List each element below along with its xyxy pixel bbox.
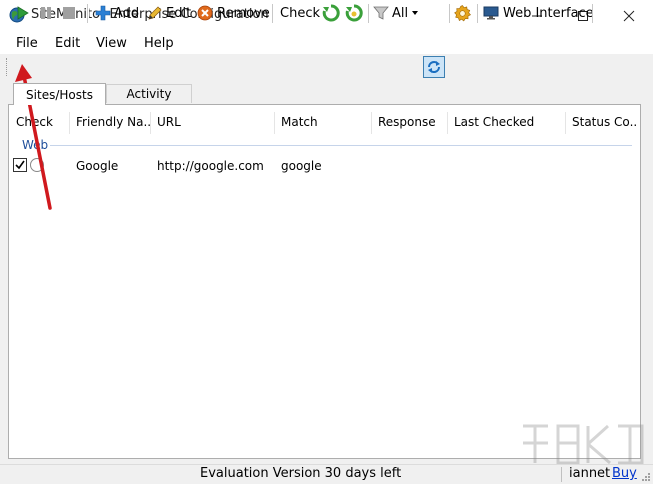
add-label: Add	[114, 5, 140, 21]
column-header-last-checked[interactable]: Last Checked	[448, 110, 565, 134]
sync-icon	[428, 61, 440, 73]
column-header-response[interactable]: Response	[372, 110, 447, 134]
remove-button[interactable]: Remove	[197, 4, 270, 22]
filter-funnel-icon	[373, 6, 389, 20]
toolbar	[0, 54, 653, 80]
settings-button[interactable]	[454, 4, 471, 22]
toolbar-separator	[272, 4, 274, 23]
filter-dropdown[interactable]: All	[373, 4, 419, 22]
column-header-friendly-name[interactable]: Friendly Na...	[70, 110, 150, 134]
toolbar-separator	[477, 4, 479, 23]
tab-sites-hosts[interactable]: Sites/Hosts	[13, 83, 106, 105]
remove-label: Remove	[217, 5, 270, 21]
gear-icon	[454, 4, 471, 21]
menu-edit[interactable]: Edit	[55, 36, 80, 51]
toolbar-grip	[6, 58, 9, 76]
status-user: iannet	[569, 466, 611, 481]
panel-margin	[641, 104, 653, 464]
play-icon	[17, 6, 29, 20]
annotation-arrow	[15, 64, 52, 210]
column-header-status-code[interactable]: Status Co...	[566, 110, 636, 134]
column-header-url[interactable]: URL	[151, 110, 274, 134]
edit-button[interactable]: Edit	[147, 4, 191, 22]
row-match[interactable]: google	[281, 159, 322, 173]
chevron-down-icon	[412, 11, 419, 15]
sites-list-panel	[8, 104, 641, 459]
check-button[interactable]: Check	[280, 4, 320, 22]
plus-icon	[95, 5, 111, 21]
stop-button[interactable]	[61, 4, 77, 22]
resize-grip-icon[interactable]	[640, 471, 651, 482]
column-header-match[interactable]: Match	[275, 110, 371, 134]
start-button[interactable]	[15, 4, 31, 22]
stop-icon	[63, 7, 75, 19]
pencil-icon	[148, 6, 162, 20]
refresh-button[interactable]	[322, 4, 340, 22]
buy-link[interactable]: Buy	[612, 466, 637, 481]
refresh-all-button[interactable]	[345, 4, 363, 22]
toolbar-separator	[449, 4, 451, 23]
status-divider	[561, 467, 562, 482]
add-button[interactable]: Add	[95, 4, 139, 22]
watermark-logo	[523, 424, 644, 465]
tab-activity[interactable]: Activity	[106, 84, 192, 103]
menu-help[interactable]: Help	[144, 36, 174, 51]
row-friendly-name[interactable]: Google	[76, 159, 118, 173]
web-interface-label: Web Interface	[503, 5, 594, 21]
pause-button[interactable]	[38, 4, 54, 22]
toolbar-separator	[368, 4, 370, 23]
filter-label: All	[392, 5, 409, 21]
menu-file[interactable]: File	[16, 36, 38, 51]
refresh-all-icon	[345, 4, 363, 22]
toolbar-separator	[87, 4, 89, 23]
monitor-icon	[483, 6, 499, 20]
status-message: Evaluation Version 30 days left	[200, 466, 402, 481]
refresh-green-icon	[322, 4, 340, 22]
close-icon	[623, 10, 635, 21]
close-button[interactable]	[606, 0, 652, 31]
menu-view[interactable]: View	[96, 36, 127, 51]
toolbar-separator	[592, 4, 594, 23]
group-divider	[50, 145, 632, 146]
pause-icon	[41, 7, 51, 19]
edit-label: Edit	[166, 5, 192, 21]
panel-margin	[0, 104, 8, 464]
web-interface-button[interactable]: Web Interface	[483, 4, 594, 22]
row-url[interactable]: http://google.com	[157, 159, 264, 173]
check-label: Check	[280, 5, 320, 21]
remove-icon	[197, 5, 213, 21]
auto-refresh-toggle[interactable]	[423, 56, 445, 78]
